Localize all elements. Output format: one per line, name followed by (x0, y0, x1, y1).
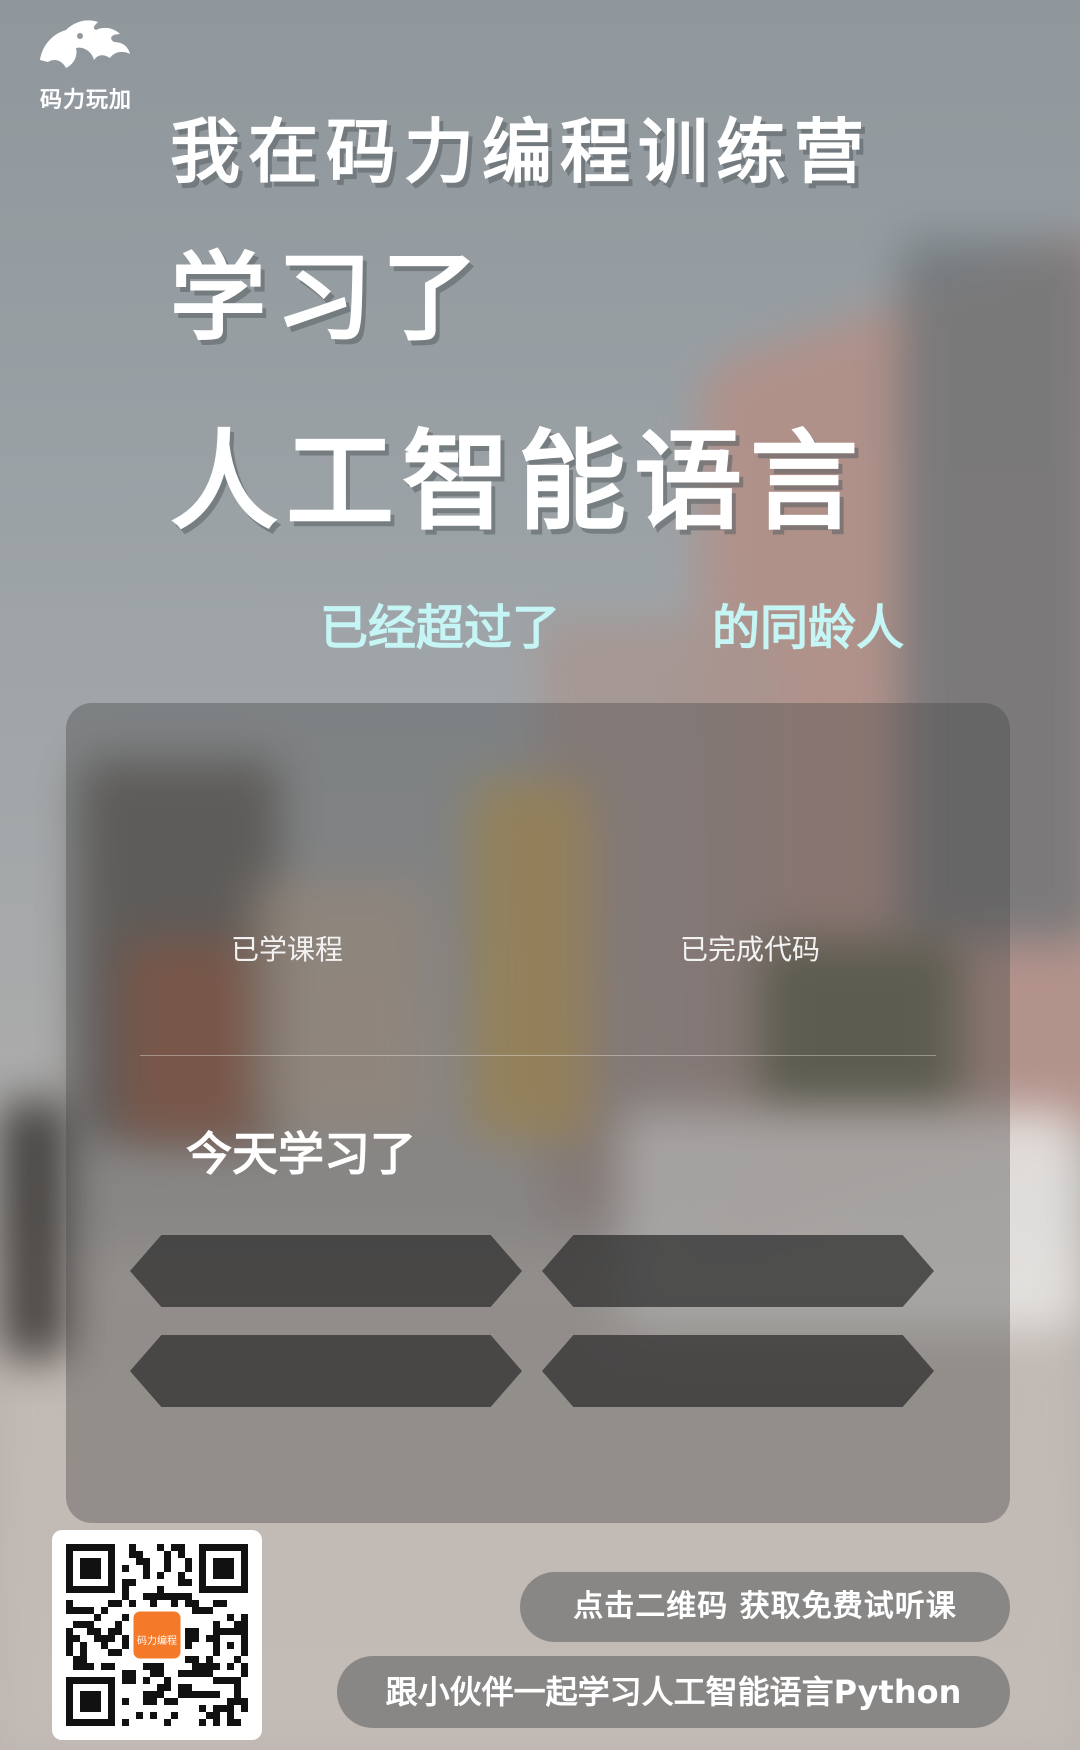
headline-line-3: 人工智能语言 (170, 420, 867, 545)
study-together-button[interactable]: 跟小伙伴一起学习人工智能语言Python (337, 1656, 1010, 1728)
comparison-left-text: 已经超过了 (320, 600, 561, 656)
qr-badge-text: 码力编程 (137, 1634, 177, 1647)
learned-courses-label: 已学课程 (231, 933, 344, 966)
topic-tag-4 (542, 1335, 934, 1407)
comparison-right-text: 的同龄人 (712, 600, 905, 656)
completed-code-label: 已完成代码 (680, 933, 821, 966)
headline-line-1: 我在码力编程训练营 (170, 111, 872, 193)
qr-code-icon: 码力编程 (66, 1544, 248, 1726)
headline-line-2: 学习了 (170, 242, 488, 354)
topic-tag-1 (130, 1235, 522, 1307)
topic-tag-3 (130, 1335, 522, 1407)
learning-stats-card: 已学课程 已完成代码 今天学习了 (66, 703, 1010, 1523)
free-trial-button[interactable]: 点击二维码 获取免费试听课 (520, 1572, 1010, 1642)
today-learned-title: 今天学习了 (186, 1127, 416, 1181)
brand-logo: 码力玩加 (34, 16, 134, 113)
logo-wordmark: 码力玩加 (40, 88, 133, 113)
qr-code[interactable]: 码力编程 (52, 1530, 262, 1740)
topic-tag-2 (542, 1235, 934, 1307)
card-divider (140, 1055, 936, 1056)
horse-logo-icon (40, 20, 130, 69)
